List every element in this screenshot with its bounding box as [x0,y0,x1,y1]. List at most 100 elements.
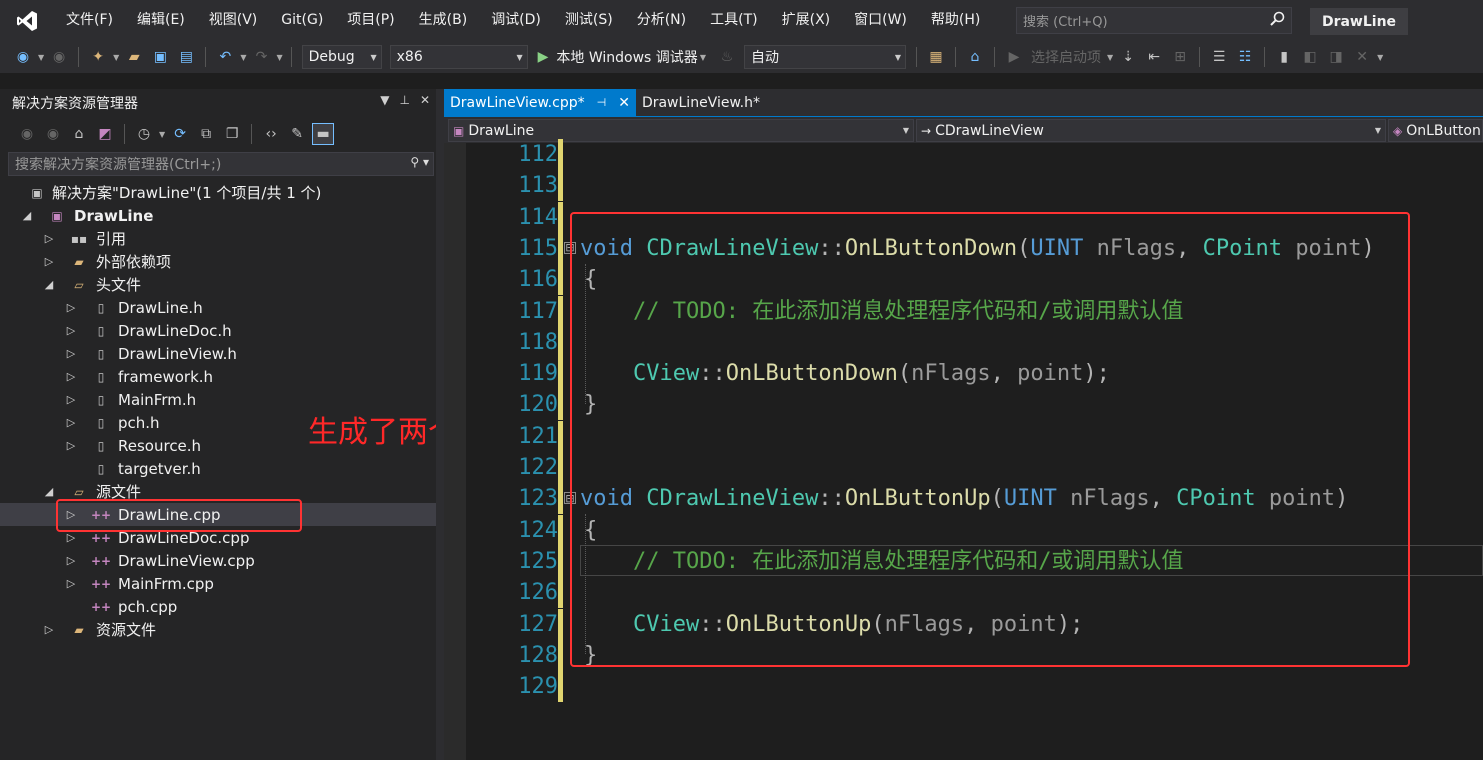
solution-search-input[interactable]: 搜索解决方案资源管理器(Ctrl+;) ⚲ ▾ [8,152,434,176]
tree-item[interactable]: ◢ ▣ DrawLine [0,204,436,227]
menu-item[interactable]: 视图(V) [197,0,270,41]
browser-icon[interactable]: ⌂ [964,46,986,68]
solution-config-select[interactable]: 自动 ▼ [743,45,906,69]
collapsed-arrow-icon[interactable]: ▷ [42,250,56,273]
visual-studio-logo-icon[interactable] [0,0,54,41]
collapsed-arrow-icon[interactable]: ▷ [64,434,78,457]
tree-item[interactable]: ▯ targetver.h [0,457,436,480]
toolbar-separator [1264,47,1266,67]
menu-item[interactable]: 生成(B) [407,0,480,41]
collapsed-arrow-icon[interactable]: ▷ [64,342,78,365]
comment-icon[interactable]: ☰ [1208,46,1230,68]
platform-select[interactable]: x86 ▼ [389,45,528,69]
menu-item[interactable]: 项目(P) [335,0,406,41]
new-project-icon[interactable]: ✦ [87,46,109,68]
startup-item-label[interactable]: 选择启动项 [1031,47,1101,67]
redo-icon[interactable]: ↷ [250,46,272,68]
step-icon[interactable]: ⇣ [1117,46,1139,68]
tree-item[interactable]: ▣ 解决方案"DrawLine"(1 个项目/共 1 个) [0,181,436,204]
chevron-down-icon[interactable]: ▼ [38,53,44,62]
uncomment-icon[interactable]: ☷ [1234,46,1256,68]
hot-reload-icon[interactable]: ♨ [716,46,738,68]
chevron-down-icon[interactable]: ▼ [380,93,389,107]
configuration-select[interactable]: Debug ▼ [301,45,382,69]
menu-item[interactable]: 文件(F) [54,0,125,41]
collapsed-arrow-icon[interactable]: ▷ [64,319,78,342]
collapsed-arrow-icon[interactable]: ▷ [64,411,78,434]
tree-item[interactable]: ▷ ▯ DrawLine.h [0,296,436,319]
chevron-down-icon[interactable]: ▼ [276,53,282,62]
collapsed-arrow-icon[interactable]: ▷ [64,365,78,388]
switch-views-icon[interactable]: ◩ [94,123,116,145]
expanded-arrow-icon[interactable]: ◢ [20,204,34,227]
back-icon[interactable]: ◉ [16,123,38,145]
save-all-icon[interactable]: ▤ [175,46,197,68]
chevron-down-icon[interactable]: ▼ [1107,53,1113,62]
navigate-back-icon[interactable]: ◉ [12,46,34,68]
preview-selected-icon[interactable]: ▬ [312,123,335,145]
expanded-arrow-icon[interactable]: ◢ [42,273,56,296]
panel-splitter[interactable] [436,89,444,760]
prev-bookmark-icon[interactable]: ◧ [1299,46,1321,68]
collapsed-arrow-icon[interactable]: ▷ [64,388,78,411]
start-debugging-button[interactable]: ▶ 本地 Windows 调试器 ▼ [538,47,708,67]
collapsed-arrow-icon[interactable]: ▷ [42,618,56,641]
tree-item[interactable]: ▷ ▯ DrawLineDoc.h [0,319,436,342]
chevron-down-icon[interactable]: ▼ [159,130,165,139]
change-marker [558,201,563,233]
collapsed-arrow-icon[interactable]: ▷ [64,296,78,319]
menu-item[interactable]: 窗口(W) [842,0,919,41]
tree-item[interactable]: ▷ ▰ 资源文件 [0,618,436,641]
view-code-icon[interactable]: ‹› [260,123,282,145]
menu-item[interactable]: 调试(D) [479,0,553,41]
collapse-all-icon[interactable]: ⧉ [195,123,217,145]
tree-item[interactable]: ▷ ▯ DrawLineView.h [0,342,436,365]
quick-search-input[interactable]: 搜索 (Ctrl+Q) [1016,7,1292,34]
clear-bookmarks-icon[interactable]: ✕ [1351,46,1373,68]
collapsed-arrow-icon[interactable]: ▷ [42,227,56,250]
menu-item[interactable]: 扩展(X) [770,0,843,41]
undo-icon[interactable]: ↶ [214,46,236,68]
expanded-arrow-icon[interactable]: ◢ [42,480,56,503]
menu-item[interactable]: 分析(N) [625,0,698,41]
forward-icon[interactable]: ◉ [42,123,64,145]
tree-item[interactable]: ▷ ++ MainFrm.cpp [0,572,436,595]
pin-icon[interactable]: ⊥ [399,93,409,107]
tree-item[interactable]: ▷ ▰ 外部依赖项 [0,250,436,273]
chevron-down-icon[interactable]: ▼ [240,53,246,62]
bookmark-icon[interactable]: ▮ [1273,46,1295,68]
tree-item[interactable]: ▷ ++ DrawLineView.cpp [0,549,436,572]
pin-icon[interactable]: ⊣ [597,96,607,109]
home-icon[interactable]: ⌂ [68,123,90,145]
find-in-files-icon[interactable]: ▦ [925,46,947,68]
tree-item[interactable]: ◢ ▱ 头文件 [0,273,436,296]
tree-item[interactable]: ▷ ▪▪ 引用 [0,227,436,250]
tab[interactable]: DrawLineView.h* [636,89,766,116]
menu-item[interactable]: 工具(T) [698,0,769,41]
close-icon[interactable]: ✕ [618,95,630,111]
menu-item[interactable]: Git(G) [269,0,335,41]
menu-item[interactable]: 测试(S) [553,0,625,41]
collapsed-arrow-icon[interactable]: ▷ [64,572,78,595]
chevron-down-icon[interactable]: ▼ [1377,53,1383,62]
close-icon[interactable]: ✕ [420,93,430,107]
tree-item[interactable]: ▷ ▯ framework.h [0,365,436,388]
layout-icon[interactable]: ⊞ [1169,46,1191,68]
line-number: 127 [518,611,558,637]
pending-changes-icon[interactable]: ◷ [133,123,155,145]
show-all-files-icon[interactable]: ❐ [221,123,243,145]
sync-icon[interactable]: ⟳ [169,123,191,145]
run-startup-icon[interactable]: ▶ [1003,46,1025,68]
menu-item[interactable]: 帮助(H) [919,0,992,41]
menu-item[interactable]: 编辑(E) [125,0,197,41]
collapsed-arrow-icon[interactable]: ▷ [64,549,78,572]
tab-active[interactable]: DrawLineView.cpp* ⊣ ✕ [444,89,636,116]
save-icon[interactable]: ▣ [149,46,171,68]
chevron-down-icon[interactable]: ▼ [113,53,119,62]
next-bookmark-icon[interactable]: ◨ [1325,46,1347,68]
open-file-icon[interactable]: ▰ [123,46,145,68]
tree-item[interactable]: ++ pch.cpp [0,595,436,618]
breakpoint-window-icon[interactable]: ⇤ [1143,46,1165,68]
properties-icon[interactable]: ✎ [286,123,308,145]
navigate-forward-icon[interactable]: ◉ [48,46,70,68]
